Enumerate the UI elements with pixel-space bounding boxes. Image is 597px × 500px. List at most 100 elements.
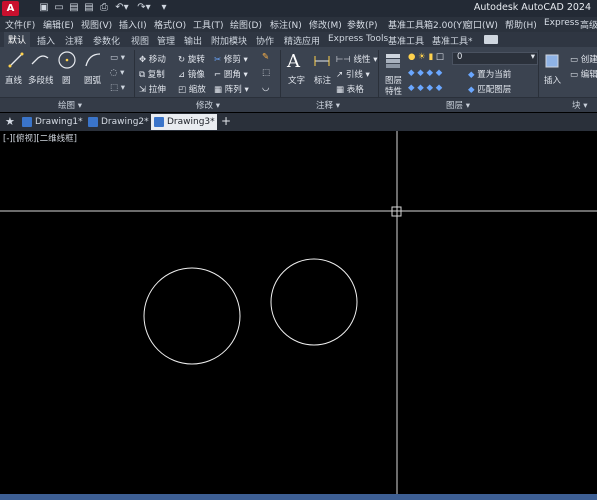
start-star-icon[interactable]: ★ xyxy=(5,115,15,128)
match-layer-button[interactable]: ◆ 匹配图层 xyxy=(468,83,511,95)
leader-button[interactable]: ↗ 引线 ▾ xyxy=(336,68,370,80)
scale-icon: ◰ xyxy=(178,85,187,95)
undo-icon[interactable]: ↶▾ xyxy=(113,2,131,14)
tab-express-tools[interactable]: Express Tools xyxy=(328,34,388,44)
rotate-button[interactable]: ↻ 旋转 xyxy=(178,53,205,65)
layer-dropdown[interactable]: 0 ▾ xyxy=(452,52,538,65)
layer-tools-row1[interactable]: ◆ ◆ ◆ ◆ xyxy=(408,68,442,78)
make-current-button[interactable]: ◆ 置为当前 xyxy=(468,68,511,80)
sun-icon: ☀ xyxy=(418,52,426,62)
create-block-button[interactable]: ▭ 创建 xyxy=(570,53,597,65)
move-button[interactable]: ✥ 移动 xyxy=(139,53,166,65)
array-button[interactable]: ▦ 阵列 ▾ xyxy=(214,83,249,95)
drawing-canvas[interactable] xyxy=(0,131,597,495)
boundary-icon[interactable]: ⬚ ▾ xyxy=(110,83,125,93)
chevron-down-icon: ▾ xyxy=(530,52,535,62)
modify-panel-label[interactable]: 修改 ▾ xyxy=(196,99,220,111)
mirror-button[interactable]: ⊿ 镜像 xyxy=(178,68,205,80)
copy-button[interactable]: ⧉ 复制 xyxy=(139,68,165,80)
trim-button[interactable]: ✂ 修剪 ▾ xyxy=(214,53,248,65)
drawing-file-icon xyxy=(22,117,32,127)
tab-collaborate[interactable]: 协作 xyxy=(256,34,274,47)
tab-base-tools[interactable]: 基准工具 xyxy=(388,34,424,47)
edit-block-button[interactable]: ▭ 编辑 xyxy=(570,68,597,80)
make-current-label: 置为当前 xyxy=(477,70,512,80)
file-tab-drawing3[interactable]: Drawing3* xyxy=(151,114,217,130)
explode-icon[interactable]: ⬚ xyxy=(262,68,270,78)
erase-icon[interactable]: ✎ xyxy=(262,52,269,62)
block-panel-label[interactable]: 块 ▾ xyxy=(572,99,588,111)
tab-parametric[interactable]: 参数化 xyxy=(93,34,120,47)
save-icon[interactable]: ▤ xyxy=(68,2,80,14)
app-logo[interactable]: A xyxy=(2,1,19,16)
stretch-button[interactable]: ⇲ 拉伸 xyxy=(139,83,166,95)
menu-express[interactable]: Express xyxy=(544,18,579,28)
fillet-icon: ⌐ xyxy=(214,70,222,80)
menu-tools[interactable]: 工具(T) xyxy=(193,18,224,31)
line-button[interactable]: 直线 xyxy=(5,74,22,86)
layers-panel-label[interactable]: 图层 ▾ xyxy=(446,99,470,111)
edit-block-label: 编辑 xyxy=(580,70,597,80)
scale-button[interactable]: ◰ 缩放 xyxy=(178,83,206,95)
menu-format[interactable]: 格式(O) xyxy=(154,18,186,31)
modify-panel-title: 修改 xyxy=(196,101,214,111)
new-tab-plus-icon[interactable]: + xyxy=(221,114,231,128)
tab-annotate[interactable]: 注释 xyxy=(65,34,83,47)
tab-base-tools-2[interactable]: 基准工具* xyxy=(432,34,473,47)
file-tab-drawing1[interactable]: Drawing1* xyxy=(19,114,83,130)
menu-help[interactable]: 帮助(H) xyxy=(505,18,537,31)
arc-button[interactable]: 圆弧 xyxy=(84,74,101,86)
layer-properties-button-line2[interactable]: 特性 xyxy=(385,85,402,97)
linear-label: 线性 xyxy=(353,55,371,65)
polyline-button[interactable]: 多段线 xyxy=(28,74,54,86)
menu-dimension[interactable]: 标注(N) xyxy=(270,18,302,31)
array-label: 阵列 xyxy=(224,85,242,95)
circle-button[interactable]: 圆 xyxy=(62,74,71,86)
open-icon[interactable]: ▭ xyxy=(53,2,65,14)
tab-overflow-icon[interactable] xyxy=(484,35,498,44)
tab-default[interactable]: 默认 xyxy=(4,32,31,47)
offset-icon[interactable]: ◡ xyxy=(262,83,269,93)
annotation-panel-label[interactable]: 注释 ▾ xyxy=(316,99,340,111)
layer-tools-row2[interactable]: ◆ ◆ ◆ ◆ xyxy=(408,83,442,93)
redo-icon[interactable]: ↷▾ xyxy=(135,2,153,14)
table-button[interactable]: ▦ 表格 xyxy=(336,83,364,95)
new-icon[interactable]: ▣ xyxy=(38,2,50,14)
menu-draw[interactable]: 绘图(D) xyxy=(230,18,262,31)
insert-block-button[interactable]: 插入 xyxy=(544,74,561,86)
insert-block-icon xyxy=(543,52,561,70)
menu-modify[interactable]: 修改(M) xyxy=(309,18,342,31)
tab-insert[interactable]: 插入 xyxy=(37,34,55,47)
menu-insert[interactable]: 插入(I) xyxy=(119,18,147,31)
menu-view[interactable]: 视图(V) xyxy=(81,18,112,31)
saveas-icon[interactable]: ▤ xyxy=(83,2,95,14)
fillet-button[interactable]: ⌐ 圆角 ▾ xyxy=(214,68,248,80)
tab-view[interactable]: 视图 xyxy=(131,34,149,47)
tab-addins[interactable]: 附加模块 xyxy=(211,34,247,47)
menu-parametric[interactable]: 参数(P) xyxy=(347,18,377,31)
linear-button[interactable]: ⊢⊣ 线性 ▾ xyxy=(336,53,378,65)
customize-icon[interactable]: ▾ xyxy=(158,2,170,14)
tab-featured-apps[interactable]: 精选应用 xyxy=(284,34,320,47)
dimension-button[interactable]: 标注 xyxy=(314,74,331,86)
menu-window[interactable]: 窗口(W) xyxy=(464,18,498,31)
hatch-icon[interactable]: ◌ ▾ xyxy=(110,68,124,78)
menu-advanced[interactable]: 高级 xyxy=(580,18,597,31)
mirror-icon: ⊿ xyxy=(178,70,186,80)
menu-toolbox[interactable]: 基准工具箱2.00(Y) xyxy=(388,18,466,31)
file-tab-label: Drawing2* xyxy=(101,117,149,127)
block-panel-title: 块 xyxy=(572,101,581,111)
polyline-icon xyxy=(30,52,50,68)
draw-panel-label[interactable]: 绘图 ▾ xyxy=(58,99,82,111)
tab-manage[interactable]: 管理 xyxy=(157,34,175,47)
tab-output[interactable]: 输出 xyxy=(184,34,202,47)
chevron-down-icon: ▾ xyxy=(465,101,470,111)
viewport-controls[interactable]: [-][俯视][二维线框] xyxy=(3,132,77,144)
layer-dropdown-value: 0 xyxy=(457,52,463,62)
text-button[interactable]: 文字 xyxy=(288,74,305,86)
file-tab-drawing2[interactable]: Drawing2* xyxy=(85,114,149,130)
menu-file[interactable]: 文件(F) xyxy=(5,18,35,31)
rectangle-icon[interactable]: ▭ ▾ xyxy=(110,53,125,63)
menu-edit[interactable]: 编辑(E) xyxy=(43,18,74,31)
plot-icon[interactable]: ⎙ xyxy=(98,2,110,14)
